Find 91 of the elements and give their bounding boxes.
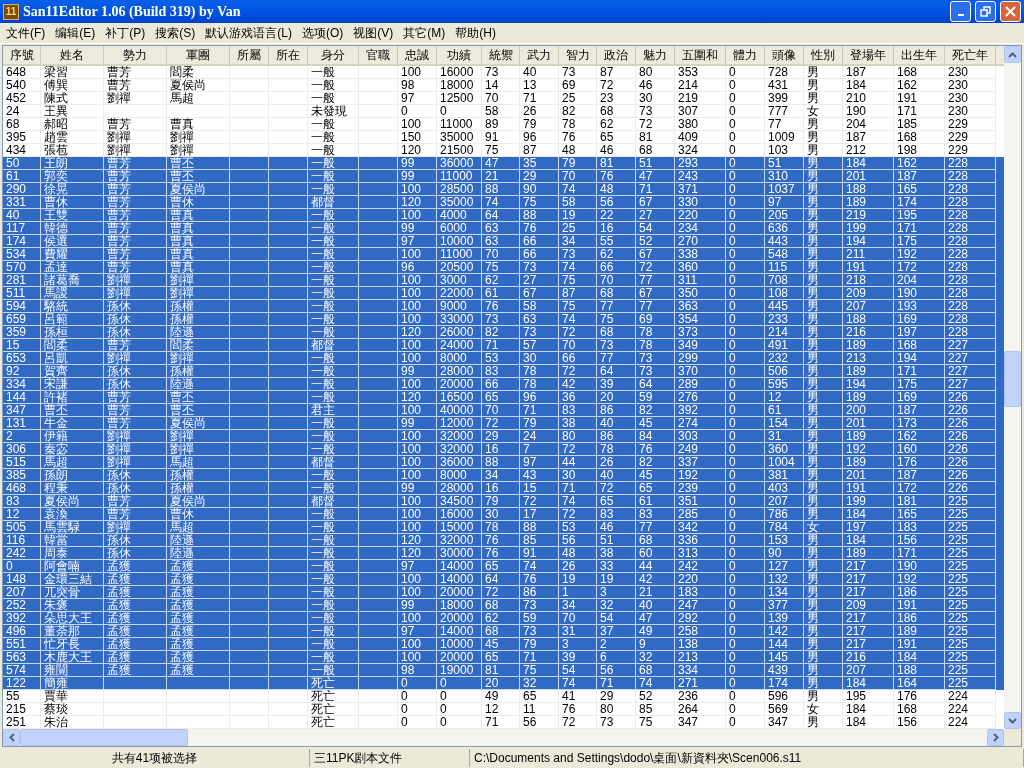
column-header[interactable]: 體力 [726, 46, 765, 64]
column-header[interactable]: 所屬 [230, 46, 269, 64]
scroll-left-button[interactable] [3, 729, 20, 746]
table-row[interactable]: 392 朵思大王 孟獲 孟獲 一般 100 20000 62 59 70 54 47 292 0 139 男 217 186 225 [3, 612, 1004, 625]
table-row[interactable]: 252 朱褒 孟獲 孟獲 一般 99 18000 68 73 34 32 40 247 0 377 男 209 191 225 [3, 599, 1004, 612]
menu-item[interactable]: 视图(V) [348, 24, 399, 42]
column-header[interactable]: 登場年 [843, 46, 894, 64]
table-row[interactable]: 122 簡雍 死亡 0 0 20 32 74 71 74 271 0 174 男 184 164 225 [3, 677, 1004, 690]
table-row[interactable]: 505 馬雲騄 劉禪 馬超 一般 100 15000 78 88 53 46 77 342 0 784 女 197 183 225 [3, 521, 1004, 534]
table-row[interactable]: 511 馬謖 劉禪 劉禪 一般 100 22000 61 67 87 68 67 350 0 108 男 209 190 228 [3, 287, 1004, 300]
column-header[interactable]: 身分 [308, 46, 359, 64]
table-row[interactable]: 40 王雙 曹芳 曹真 一般 100 4000 64 88 19 22 27 220 0 205 男 219 195 228 [3, 209, 1004, 222]
column-header[interactable]: 官職 [359, 46, 398, 64]
column-header[interactable]: 勢力 [104, 46, 167, 64]
table-row[interactable]: 468 程秉 孫休 孫權 一般 99 28000 16 15 71 72 65 239 0 403 男 191 172 226 [3, 482, 1004, 495]
table-row[interactable]: 281 諸葛喬 劉禪 劉禪 一般 100 3000 62 27 75 70 77 311 0 708 男 218 204 228 [3, 274, 1004, 287]
column-header[interactable]: 政治 [597, 46, 636, 64]
table-row[interactable]: 116 韓當 孫休 陸遜 一般 120 32000 76 85 56 51 68 336 0 153 男 184 156 225 [3, 534, 1004, 547]
table-row[interactable]: 50 王朗 曹芳 曹丕 一般 99 36000 47 35 79 81 51 293 0 51 男 184 162 228 [3, 157, 1004, 170]
scroll-thumb[interactable] [1004, 351, 1021, 407]
table-row[interactable]: 61 郭奕 曹芳 曹丕 一般 99 11000 21 29 70 76 47 243 0 310 男 201 187 228 [3, 170, 1004, 183]
column-header[interactable]: 姓名 [41, 46, 104, 64]
column-header[interactable]: 魅力 [636, 46, 675, 64]
scroll-down-button[interactable] [1004, 712, 1021, 729]
table-row[interactable]: 347 曹丕 曹芳 曹丕 君主 100 40000 70 71 83 86 82 392 0 61 男 200 187 226 [3, 404, 1004, 417]
menu-item[interactable]: 选项(O) [297, 24, 349, 42]
restore-icon [980, 6, 991, 17]
minimize-icon [957, 13, 964, 16]
table-row[interactable]: 0 阿會喃 孟獲 孟獲 一般 97 14000 65 74 26 33 44 242 0 127 男 217 190 225 [3, 560, 1004, 573]
table-row[interactable]: 359 孫桓 孫休 陸遜 一般 120 26000 82 73 72 68 78 373 0 214 男 216 197 228 [3, 326, 1004, 339]
menu-item[interactable]: 其它(M) [398, 24, 451, 42]
table-row[interactable]: 515 馬超 劉禪 馬超 都督 100 36000 88 97 44 26 82 337 0 1004 男 189 176 226 [3, 456, 1004, 469]
close-icon [1005, 6, 1016, 17]
column-header[interactable]: 智力 [559, 46, 597, 64]
close-button[interactable] [1000, 1, 1021, 22]
menu-item[interactable]: 帮助(H) [450, 24, 501, 42]
table-row[interactable]: 15 閻柔 曹芳 閻柔 都督 100 24000 71 57 70 73 78 349 0 491 男 189 168 227 [3, 339, 1004, 352]
table-row[interactable]: 117 韓德 曹芳 曹真 一般 99 6000 63 76 25 16 54 234 0 636 男 199 171 228 [3, 222, 1004, 235]
scroll-up-button[interactable] [1004, 46, 1021, 63]
table-row[interactable]: 496 董荼那 孟獲 孟獲 一般 97 14000 68 73 31 37 49 258 0 142 男 217 189 225 [3, 625, 1004, 638]
table-row[interactable]: 306 秦宓 劉禪 劉禪 一般 100 32000 16 7 72 78 76 249 0 360 男 192 160 226 [3, 443, 1004, 456]
table-row[interactable]: 574 雍闓 孟獲 孟獲 一般 98 19000 81 75 54 56 68 334 0 439 男 207 188 225 [3, 664, 1004, 677]
table-row[interactable]: 659 呂範 孫休 孫權 一般 100 33000 73 63 74 75 69 354 0 233 男 188 169 228 [3, 313, 1004, 326]
table-row[interactable]: 174 侯選 曹芳 曹真 一般 97 10000 63 66 34 55 52 270 0 443 男 194 175 228 [3, 235, 1004, 248]
table-row[interactable]: 92 賀齊 孫休 孫權 一般 99 28000 83 78 72 64 73 370 0 506 男 189 171 227 [3, 365, 1004, 378]
column-header[interactable]: 統禦 [482, 46, 520, 64]
vertical-scrollbar[interactable] [1004, 46, 1021, 729]
table-row[interactable]: 2 伊籍 劉禪 劉禪 一般 100 32000 29 24 80 86 84 303 0 31 男 189 162 226 [3, 430, 1004, 443]
scroll-right-button[interactable] [987, 729, 1004, 746]
menu-item[interactable]: 默认游戏语言(L) [200, 24, 297, 42]
table-row[interactable]: 653 呂凱 劉禪 劉禪 一般 100 8000 53 30 66 77 73 299 0 232 男 213 194 227 [3, 352, 1004, 365]
table-row[interactable]: 551 忙牙長 孟獲 孟獲 一般 100 10000 45 79 3 2 9 138 0 144 男 217 191 225 [3, 638, 1004, 651]
column-header[interactable]: 所在 [269, 46, 308, 64]
table-row[interactable]: 563 木鹿大王 孟獲 孟獲 一般 100 20000 65 71 39 6 32 213 0 145 男 216 184 225 [3, 651, 1004, 664]
column-header[interactable]: 性別 [804, 46, 843, 64]
app-logo: 11 [3, 3, 19, 20]
table-row[interactable]: 242 周泰 孫休 陸遜 一般 120 30000 76 91 48 38 60 313 0 90 男 189 171 225 [3, 547, 1004, 560]
minimize-button[interactable] [950, 1, 971, 22]
column-header[interactable]: 頭像 [765, 46, 804, 64]
table-row[interactable]: 207 兀突骨 孟獲 孟獲 一般 100 20000 72 86 1 3 21 183 0 134 男 217 186 225 [3, 586, 1004, 599]
horizontal-scroll-thumb[interactable] [20, 729, 188, 746]
table-row[interactable]: 385 孫朗 孫休 孫權 一般 100 8000 34 43 30 40 45 192 0 381 男 201 187 226 [3, 469, 1004, 482]
menu-item[interactable]: 搜索(S) [150, 24, 201, 42]
column-header[interactable]: 死亡年 [945, 46, 996, 64]
table-row[interactable]: 131 牛金 曹芳 夏侯尚 一般 99 12000 72 79 38 40 45 274 0 154 男 201 173 226 [3, 417, 1004, 430]
table-row[interactable]: 331 曹休 曹芳 曹休 都督 120 35000 74 75 58 56 67 330 0 97 男 189 174 228 [3, 196, 1004, 209]
status-text: 共有41项被选择 [0, 749, 310, 767]
menu-item[interactable]: 补丁(P) [100, 24, 151, 42]
menu-item[interactable]: 文件(F) [1, 24, 51, 42]
table-row[interactable]: 334 宋謙 孫休 陸遜 一般 100 20000 66 78 42 39 64 289 0 595 男 194 175 227 [3, 378, 1004, 391]
status-text: C:\Documents and Settings\dodo\桌面\新資料夾\Scen006.s11 [470, 749, 1024, 767]
column-header[interactable]: 功績 [437, 46, 482, 64]
menu-item[interactable]: 编辑(E) [50, 24, 101, 42]
table-row[interactable]: 148 金環三結 孟獲 孟獲 一般 100 14000 64 76 19 19 42 220 0 132 男 217 192 225 [3, 573, 1004, 586]
column-header[interactable]: 武力 [520, 46, 559, 64]
status-text: 三11PK剧本文件 [310, 749, 470, 767]
table-row[interactable]: 534 費耀 曹芳 曹真 一般 100 11000 70 66 73 62 67 338 0 548 男 211 192 228 [3, 248, 1004, 261]
table-row[interactable]: 570 孟達 曹芳 曹真 一般 96 20500 75 73 74 66 72 360 0 115 男 191 172 228 [3, 261, 1004, 274]
window-title: San11Editor 1.06 (Build 319) by Van [23, 3, 241, 21]
column-header[interactable]: 軍團 [167, 46, 230, 64]
table-row[interactable]: 144 許褚 曹芳 曹丕 一般 120 16500 65 96 36 20 59 276 0 12 男 189 169 226 [3, 391, 1004, 404]
scrollbar-corner [1004, 729, 1021, 746]
column-header[interactable]: 出生年 [894, 46, 945, 64]
table-row[interactable]: 290 徐晃 曹芳 夏侯尚 一般 100 28500 88 90 74 48 71 371 0 1037 男 188 165 228 [3, 183, 1004, 196]
table-row[interactable]: 12 袁渙 曹芳 曹休 一般 100 16000 30 17 72 83 83 285 0 786 男 184 165 225 [3, 508, 1004, 521]
column-header[interactable]: 忠誠 [398, 46, 437, 64]
restore-button[interactable] [975, 1, 996, 22]
column-header[interactable]: 序號 [3, 46, 41, 64]
table-row[interactable]: 83 夏侯尚 曹芳 夏侯尚 都督 100 34500 79 72 74 65 61 351 0 207 男 199 181 225 [3, 495, 1004, 508]
table-row[interactable]: 594 駱統 孫休 孫權 一般 100 9000 76 58 75 77 77 363 0 445 男 207 193 228 [3, 300, 1004, 313]
column-header[interactable]: 五圍和 [675, 46, 726, 64]
